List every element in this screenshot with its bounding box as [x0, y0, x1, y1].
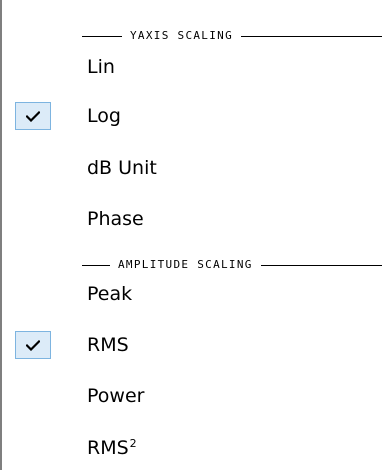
- header-divider: [260, 264, 382, 266]
- scaling-menu: YAXIS SCALING Lin Log dB Unit Phase AMPL…: [0, 0, 391, 470]
- menu-item-rms[interactable]: RMS: [0, 319, 391, 371]
- superscript-exponent: 2: [129, 437, 137, 450]
- menu-item-label: Lin: [87, 56, 115, 78]
- menu-item-lin[interactable]: Lin: [0, 41, 391, 93]
- menu-item-label: Peak: [87, 283, 133, 305]
- checkmark-icon: [15, 331, 51, 359]
- header-divider: [82, 35, 122, 37]
- header-divider: [82, 264, 110, 266]
- checkmark-icon: [15, 102, 51, 130]
- header-divider: [241, 35, 382, 37]
- menu-item-label: Power: [87, 385, 145, 407]
- menu-item-label: Log: [87, 105, 121, 127]
- menu-item-label: dB Unit: [87, 157, 157, 179]
- menu-item-power[interactable]: Power: [0, 370, 391, 422]
- menu-item-phase[interactable]: Phase: [0, 193, 391, 245]
- menu-item-label: RMS: [87, 334, 129, 356]
- menu-item-label: RMS2: [87, 418, 137, 470]
- menu-item-peak[interactable]: Peak: [0, 268, 391, 320]
- menu-item-label: Phase: [87, 208, 144, 230]
- menu-item-label-text: RMS: [87, 437, 129, 459]
- menu-item-log[interactable]: Log: [0, 90, 391, 142]
- menu-item-rms-squared[interactable]: RMS2: [0, 418, 391, 470]
- menu-item-db-unit[interactable]: dB Unit: [0, 142, 391, 194]
